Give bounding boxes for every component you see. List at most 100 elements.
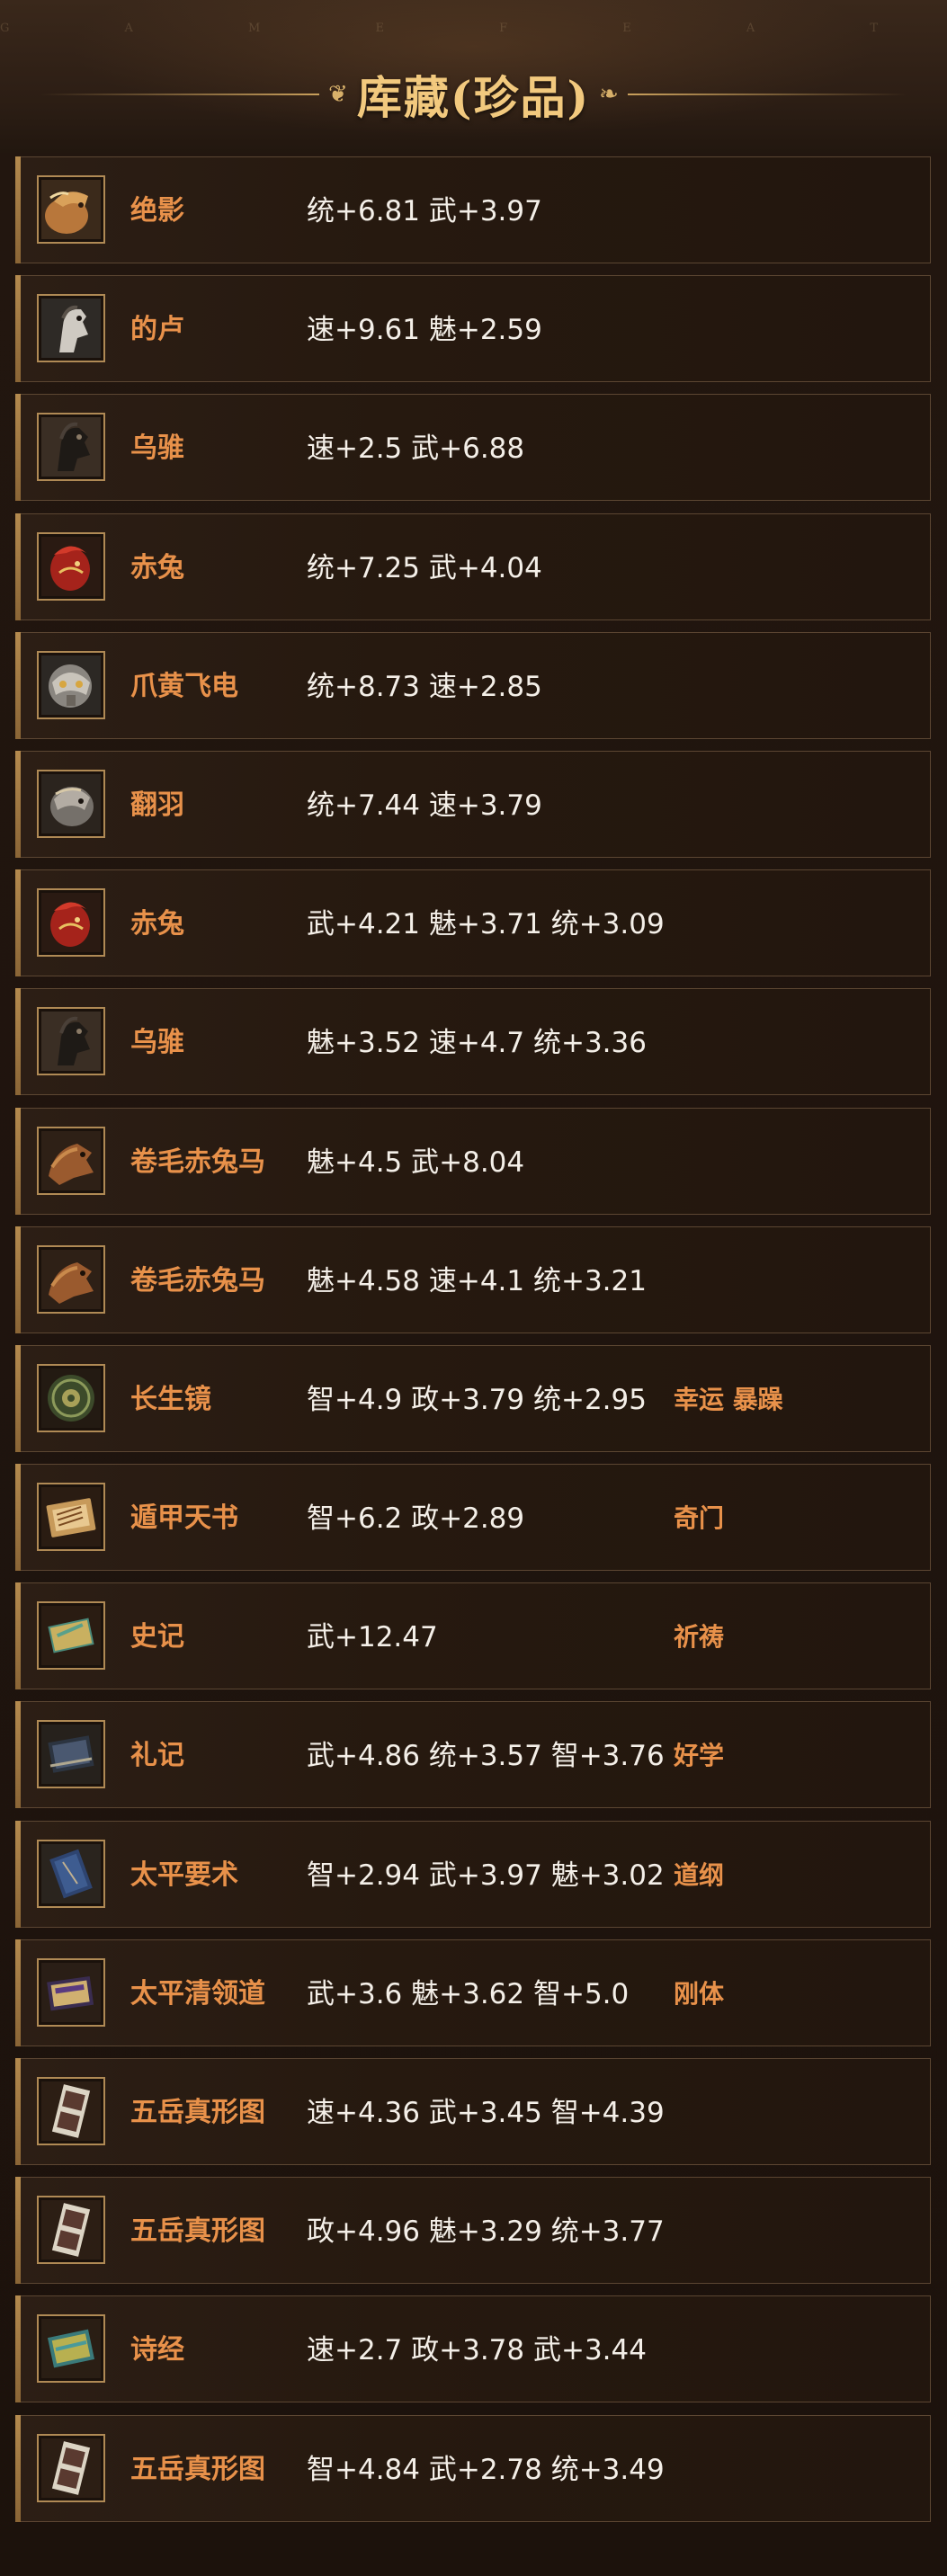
item-stats: 统+8.73 速+2.85 [307,670,542,703]
list-item[interactable]: 太平要术 智+2.94 武+3.97 魅+3.02 道纲 [15,1820,931,1928]
item-thumbnail [37,2077,105,2145]
item-stats: 武+3.6 魅+3.62 智+5.0 [307,1977,630,2010]
list-item[interactable]: 乌骓 魅+3.52 速+4.7 统+3.36 [15,988,931,1096]
item-stats: 速+2.7 政+3.78 武+3.44 [307,2334,647,2367]
item-thumbnail [37,1126,105,1195]
mirror-icon [41,1368,101,1428]
header-subtitle: G A M E F E A T U R E S [0,22,947,35]
list-item[interactable]: 诗经 速+2.7 政+3.78 武+3.44 [15,2295,931,2403]
item-thumbnail [37,1244,105,1314]
horse-armored-icon [41,655,101,715]
horse-brown-icon [41,1130,101,1190]
item-thumbnail [37,1363,105,1432]
knot-ornament-left-icon: ❦ [328,81,348,108]
scroll-book-icon [41,1487,101,1547]
item-stats: 速+4.36 武+3.45 智+4.39 [307,2097,665,2129]
item-thumbnail [37,1007,105,1076]
item-thumbnail [37,294,105,363]
item-stats: 魅+3.52 速+4.7 统+3.36 [307,1027,647,1060]
talisman-map-icon [41,2081,101,2141]
treasure-list: 绝影 统+6.81 武+3.97 的卢 速+9.61 魅+2.59 乌骓 速+2.5 武+… [15,156,933,2534]
item-name: 礼记 [130,1740,184,1772]
item-name: 长生镜 [130,1383,211,1415]
list-item[interactable]: 太平清领道 武+3.6 魅+3.62 智+5.0 刚体 [15,1939,931,2046]
item-name: 的卢 [130,314,184,346]
item-name: 五岳真形图 [130,2453,265,2485]
item-stats: 智+2.94 武+3.97 魅+3.02 [307,1858,665,1892]
horse-white-icon [41,299,101,359]
item-name: 乌骓 [130,1027,184,1059]
list-item[interactable]: 长生镜 智+4.9 政+3.79 统+2.95 幸运 暴躁 [15,1344,931,1452]
dark-book-icon [41,1725,101,1785]
blue-book-icon [41,1843,101,1903]
list-item[interactable]: 绝影 统+6.81 武+3.97 [15,156,931,263]
item-name: 史记 [130,1621,184,1653]
item-thumbnail [37,1957,105,2027]
title-bar: ❦ 库藏(珍品) ❧ [0,63,947,126]
purple-book-icon [41,1962,101,2022]
item-thumbnail [37,1483,105,1552]
item-skill: 好学 [674,1741,725,1771]
item-thumbnail [37,2433,105,2502]
item-stats: 统+7.44 速+3.79 [307,789,542,822]
horse-chestnut-icon [41,180,101,239]
item-name: 翻羽 [130,789,184,821]
list-item[interactable]: 五岳真形图 速+4.36 武+3.45 智+4.39 [15,2058,931,2165]
item-stats: 魅+4.58 速+4.1 统+3.21 [307,1264,647,1297]
item-skill: 刚体 [674,1978,725,2009]
list-item[interactable]: 五岳真形图 智+4.84 武+2.78 统+3.49 [15,2414,931,2522]
item-thumbnail [37,175,105,244]
item-name: 乌骓 [130,432,184,465]
item-stats: 魅+4.5 武+8.04 [307,1145,525,1179]
item-stats: 速+9.61 魅+2.59 [307,314,542,347]
list-item[interactable]: 卷毛赤兔马 魅+4.58 速+4.1 统+3.21 [15,1226,931,1333]
list-item[interactable]: 爪黄飞电 统+8.73 速+2.85 [15,631,931,739]
item-name: 太平清领道 [130,1977,265,2010]
talisman-map-icon [41,2438,101,2498]
page-header: G A M E F E A T U R E S ❦ 库藏(珍品) ❧ [0,0,947,153]
list-item[interactable]: 礼记 武+4.86 统+3.57 智+3.76 好学 [15,1701,931,1809]
item-skill: 道纲 [674,1859,725,1890]
list-item[interactable]: 遁甲天书 智+6.2 政+2.89 奇门 [15,1464,931,1572]
knot-ornament-right-icon: ❧ [599,81,619,108]
list-item[interactable]: 赤兔 武+4.21 魅+3.71 统+3.09 [15,869,931,977]
item-stats: 智+6.2 政+2.89 [307,1502,525,1536]
list-item[interactable]: 乌骓 速+2.5 武+6.88 [15,394,931,502]
list-item[interactable]: 翻羽 统+7.44 速+3.79 [15,750,931,858]
horse-black-icon [41,417,101,477]
list-item[interactable]: 的卢 速+9.61 魅+2.59 [15,275,931,383]
item-name: 赤兔 [130,551,184,584]
item-stats: 统+7.25 武+4.04 [307,551,542,584]
item-thumbnail [37,1601,105,1671]
item-thumbnail [37,531,105,601]
item-thumbnail [37,2196,105,2265]
item-stats: 武+4.21 魅+3.71 统+3.09 [307,908,665,941]
title-divider-left [40,94,320,95]
item-thumbnail [37,2314,105,2384]
item-stats: 智+4.84 武+2.78 统+3.49 [307,2453,665,2486]
item-thumbnail [37,650,105,719]
item-stats: 统+6.81 武+3.97 [307,195,542,227]
item-thumbnail [37,888,105,958]
item-skill: 祈祷 [674,1622,725,1653]
talisman-map-icon [41,2200,101,2260]
item-name: 诗经 [130,2334,184,2367]
item-thumbnail [37,1839,105,1908]
item-stats: 智+4.9 政+3.79 统+2.95 [307,1383,647,1416]
horse-red-icon [41,893,101,953]
list-item[interactable]: 史记 武+12.47 祈祷 [15,1582,931,1690]
item-stats: 政+4.96 魅+3.29 统+3.77 [307,2215,665,2249]
item-thumbnail [37,1720,105,1789]
green-book-icon [41,1606,101,1666]
horse-brown-icon [41,1249,101,1309]
horse-black-icon [41,1012,101,1072]
item-name: 赤兔 [130,908,184,940]
item-skill: 幸运 暴躁 [674,1384,783,1414]
horse-grey-icon [41,773,101,833]
teal-book-icon [41,2319,101,2379]
item-name: 卷毛赤兔马 [130,1264,265,1297]
list-item[interactable]: 赤兔 统+7.25 武+4.04 [15,513,931,620]
list-item[interactable]: 五岳真形图 政+4.96 魅+3.29 统+3.77 [15,2177,931,2285]
item-name: 太平要术 [130,1858,238,1891]
list-item[interactable]: 卷毛赤兔马 魅+4.5 武+8.04 [15,1107,931,1215]
